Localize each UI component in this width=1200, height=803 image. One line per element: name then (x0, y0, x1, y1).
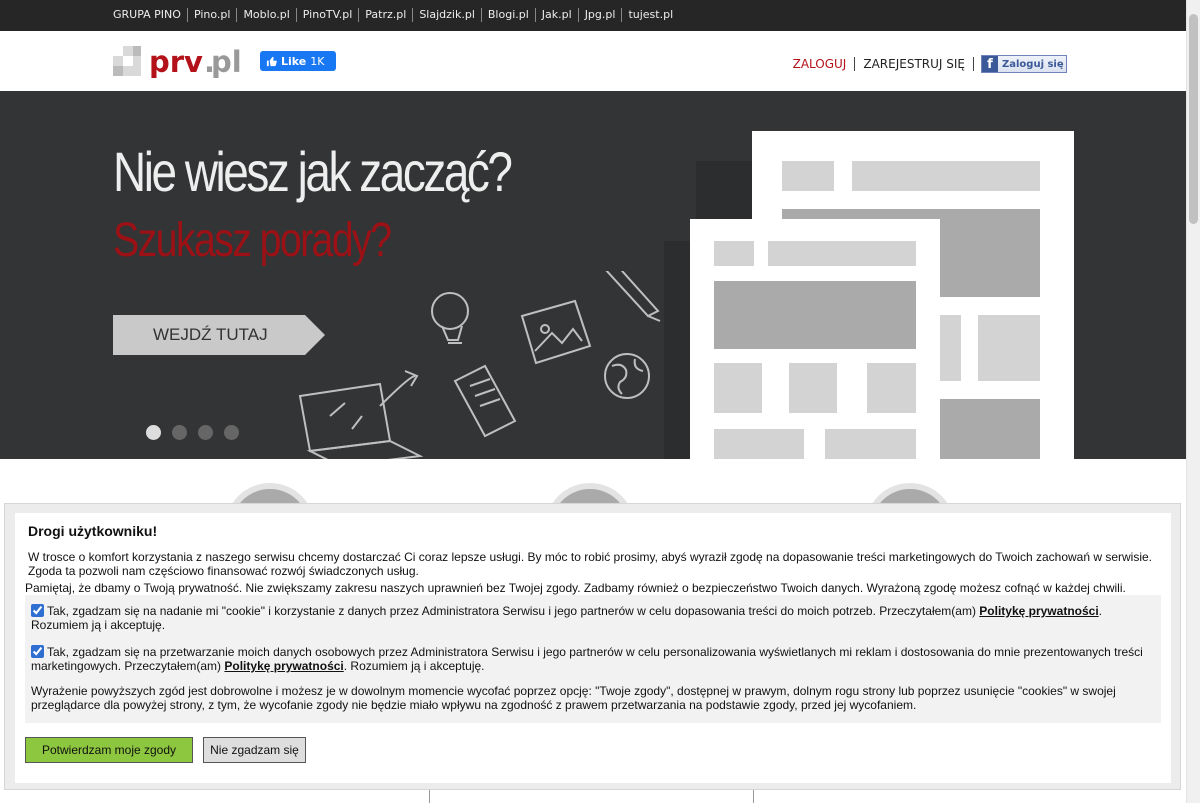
consent-option-personal-data[interactable]: Tak, zgadzam się na przetwarzanie moich … (31, 645, 1153, 673)
group-brand: GRUPA PINO (113, 8, 181, 21)
sketch-illustration-icon (298, 271, 661, 459)
page: GRUPA PINO Pino.pl Moblo.pl PinoTV.pl Pa… (0, 0, 1200, 803)
consent-disclaimer: Wyrażenie powyższych zgód jest dobrowoln… (31, 684, 1116, 712)
consent-option2-tail: . Rozumiem ją i akceptuję. (343, 659, 485, 673)
slider-pagination (146, 425, 250, 440)
consent-option1-text: Tak, zgadzam się na nadanie mi "cookie" … (47, 604, 980, 618)
slider-dot-4[interactable] (224, 425, 239, 440)
facebook-login-button[interactable]: f Zaloguj się (981, 55, 1067, 73)
logo-text-tld: pl (211, 46, 242, 78)
consent-option-cookies[interactable]: Tak, zgadzam się na nadanie mi "cookie" … (31, 604, 1153, 632)
group-link-slajdzik[interactable]: Slajdzik.pl (419, 8, 475, 22)
consent-cookies-checkbox[interactable] (31, 604, 44, 617)
slider-dot-1[interactable] (146, 425, 161, 440)
group-link-blogi[interactable]: Blogi.pl (488, 8, 529, 22)
thumbs-up-icon (266, 56, 277, 66)
consent-title: Drogi użytkowniku! (28, 523, 158, 539)
consent-intro: W trosce o komfort korzystania z naszego… (28, 550, 1168, 578)
hero-slider: Nie wiesz jak zacząć? Szukasz porady? WE… (0, 91, 1186, 459)
account-nav: ZALOGUJ ZAREJESTRUJ SIĘ f Zaloguj się (793, 55, 1067, 73)
scrollbar-thumb[interactable] (1189, 14, 1198, 224)
group-link-patrz[interactable]: Patrz.pl (365, 8, 406, 22)
consent-option2-text: Tak, zgadzam się na przetwarzanie moich … (31, 645, 1143, 673)
site-logo[interactable]: prv . pl (113, 46, 243, 78)
group-link-jpg[interactable]: Jpg.pl (585, 8, 616, 22)
slider-dot-2[interactable] (172, 425, 187, 440)
facebook-like-count: 1K (310, 54, 325, 68)
group-link-tujest[interactable]: tujest.pl (628, 8, 673, 22)
group-link-pinotv[interactable]: PinoTV.pl (303, 8, 353, 22)
consent-dialog: Drogi użytkowniku! W trosce o komfort ko… (15, 513, 1171, 783)
privacy-policy-link[interactable]: Politykę prywatności (224, 659, 343, 673)
slider-dot-3[interactable] (198, 425, 213, 440)
consent-intro-line1: W trosce o komfort korzystania z naszego… (28, 550, 1153, 564)
facebook-like-button[interactable]: Like 1K (260, 51, 336, 71)
facebook-icon: f (982, 56, 998, 72)
register-link[interactable]: ZAREJESTRUJ SIĘ (855, 57, 974, 71)
page-scrollbar[interactable] (1186, 0, 1200, 803)
hero-headline: Nie wiesz jak zacząć? (113, 140, 513, 203)
consent-overlay: Drogi użytkowniku! W trosce o komfort ko… (4, 503, 1181, 790)
consent-intro-line2: Zgoda ta pozwoli nam częściowo finansowa… (28, 564, 419, 578)
consent-privacy-note: Pamiętaj, że dbamy o Twoją prywatność. N… (25, 581, 1126, 595)
logo-text-main: prv (149, 46, 203, 78)
consent-personal-data-checkbox[interactable] (31, 645, 44, 658)
hero-subheadline: Szukasz porady? (113, 214, 392, 267)
site-header: prv . pl Like 1K ZALOGUJ ZAREJESTRUJ SIĘ… (0, 31, 1186, 91)
group-link-jak[interactable]: Jak.pl (542, 8, 572, 22)
facebook-login-label: Zaloguj się (1002, 58, 1064, 70)
group-link-moblo[interactable]: Moblo.pl (243, 8, 289, 22)
hero-cta-label: WEJDŹ TUTAJ (153, 325, 268, 344)
accept-consent-button[interactable]: Potwierdzam moje zgody (25, 737, 193, 763)
facebook-like-label: Like (281, 54, 307, 68)
group-bar: GRUPA PINO Pino.pl Moblo.pl PinoTV.pl Pa… (0, 0, 1186, 31)
group-links: GRUPA PINO Pino.pl Moblo.pl PinoTV.pl Pa… (113, 8, 673, 22)
consent-options: Tak, zgadzam się na nadanie mi "cookie" … (25, 595, 1161, 723)
group-link-pino[interactable]: Pino.pl (194, 8, 231, 22)
layout-mockup-illustration (664, 131, 1074, 459)
reject-consent-button[interactable]: Nie zgadzam się (203, 737, 306, 763)
privacy-policy-link[interactable]: Politykę prywatności (979, 604, 1098, 618)
login-link[interactable]: ZALOGUJ (793, 57, 856, 71)
